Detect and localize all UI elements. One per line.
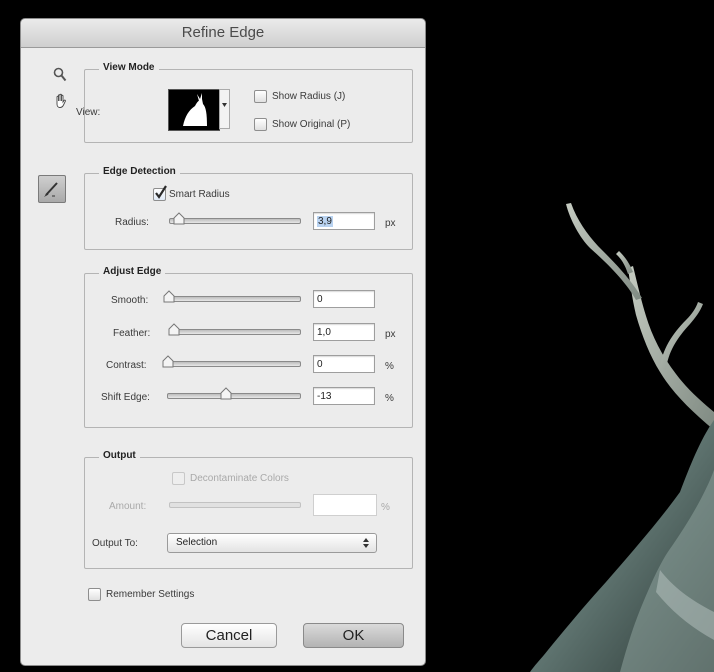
remember-settings-label: Remember Settings [106,589,195,600]
ok-button[interactable]: OK [303,623,404,648]
remember-settings-checkbox[interactable] [88,588,101,601]
show-original-label: Show Original (P) [272,119,351,130]
shift-edge-value: -13 [317,391,332,402]
shift-edge-slider-knob[interactable] [219,387,233,401]
smooth-value: 0 [317,294,323,305]
contrast-unit: % [385,361,394,372]
radius-label: Radius: [115,217,149,228]
output-to-value: Selection [176,537,218,548]
show-radius-checkbox[interactable] [254,90,267,103]
hand-icon [56,93,66,108]
radius-slider-track[interactable] [169,218,301,224]
hand-tool[interactable] [53,93,69,114]
amount-value-field[interactable] [313,494,377,516]
feather-value: 1,0 [317,327,331,338]
amount-unit: % [381,502,390,513]
checkmark-icon [155,185,167,199]
feather-label: Feather: [113,328,151,339]
shift-edge-slider-track[interactable] [167,393,301,399]
smart-radius-label: Smart Radius [169,189,230,200]
refine-edge-dialog: Refine Edge View Mode View: Show Radius … [20,18,426,666]
decontaminate-colors-label: Decontaminate Colors [190,473,289,484]
view-mode-preview[interactable] [168,89,220,131]
adjust-edge-heading: Adjust Edge [99,266,166,277]
shift-edge-label: Shift Edge: [101,392,150,403]
dialog-title: Refine Edge [21,19,425,48]
radius-value-field[interactable]: 3,9 [313,212,375,230]
shift-edge-unit: % [385,393,394,404]
view-mode-group: View Mode [84,62,413,143]
feather-slider-knob[interactable] [167,323,181,337]
smooth-label: Smooth: [111,295,149,306]
output-heading: Output [99,450,140,461]
refine-radius-tool[interactable] [38,175,66,203]
radius-unit: px [385,218,396,229]
contrast-slider-knob[interactable] [161,355,175,369]
chevron-down-icon [219,89,230,129]
contrast-value: 0 [317,359,323,370]
cancel-button[interactable]: Cancel [181,623,277,648]
output-to-label: Output To: [92,538,138,549]
edge-detection-heading: Edge Detection [99,166,180,177]
smooth-value-field[interactable]: 0 [313,290,375,308]
smart-radius-checkbox[interactable] [153,185,167,201]
select-arrows-icon [363,538,369,548]
view-mode-dropdown-arrow[interactable] [219,89,230,129]
zoom-tool[interactable] [53,67,67,88]
radius-value: 3,9 [317,216,333,227]
radius-slider-knob[interactable] [172,212,186,226]
feather-slider-track[interactable] [169,329,301,335]
view-thumbnail-icon [183,93,207,126]
smooth-slider-track[interactable] [167,296,301,302]
magnifier-icon [53,67,67,82]
amount-label: Amount: [109,501,147,512]
amount-slider-track[interactable] [169,502,301,508]
brush-icon [44,182,58,197]
decontaminate-colors-checkbox[interactable] [172,472,185,485]
contrast-value-field[interactable]: 0 [313,355,375,373]
feather-value-field[interactable]: 1,0 [313,323,375,341]
show-radius-label: Show Radius (J) [272,91,346,102]
output-to-select[interactable]: Selection [167,533,377,553]
view-mode-heading: View Mode [99,62,159,73]
smooth-slider-knob[interactable] [162,290,176,304]
view-label: View: [76,107,101,118]
contrast-slider-track[interactable] [167,361,301,367]
show-original-checkbox[interactable] [254,118,267,131]
shift-edge-value-field[interactable]: -13 [313,387,375,405]
contrast-label: Contrast: [106,360,147,371]
feather-unit: px [385,329,396,340]
